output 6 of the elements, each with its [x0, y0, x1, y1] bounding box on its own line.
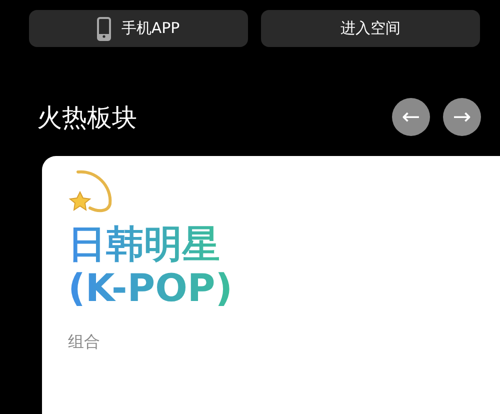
top-button[interactable]: 进入空间 — [261, 10, 480, 47]
top-button[interactable]: 手机APP — [29, 10, 248, 47]
phone-icon — [97, 16, 112, 40]
section-title: 火热板块 — [37, 102, 137, 134]
shooting-star-icon — [68, 168, 114, 214]
card-subtitle: 组合 — [68, 332, 101, 353]
